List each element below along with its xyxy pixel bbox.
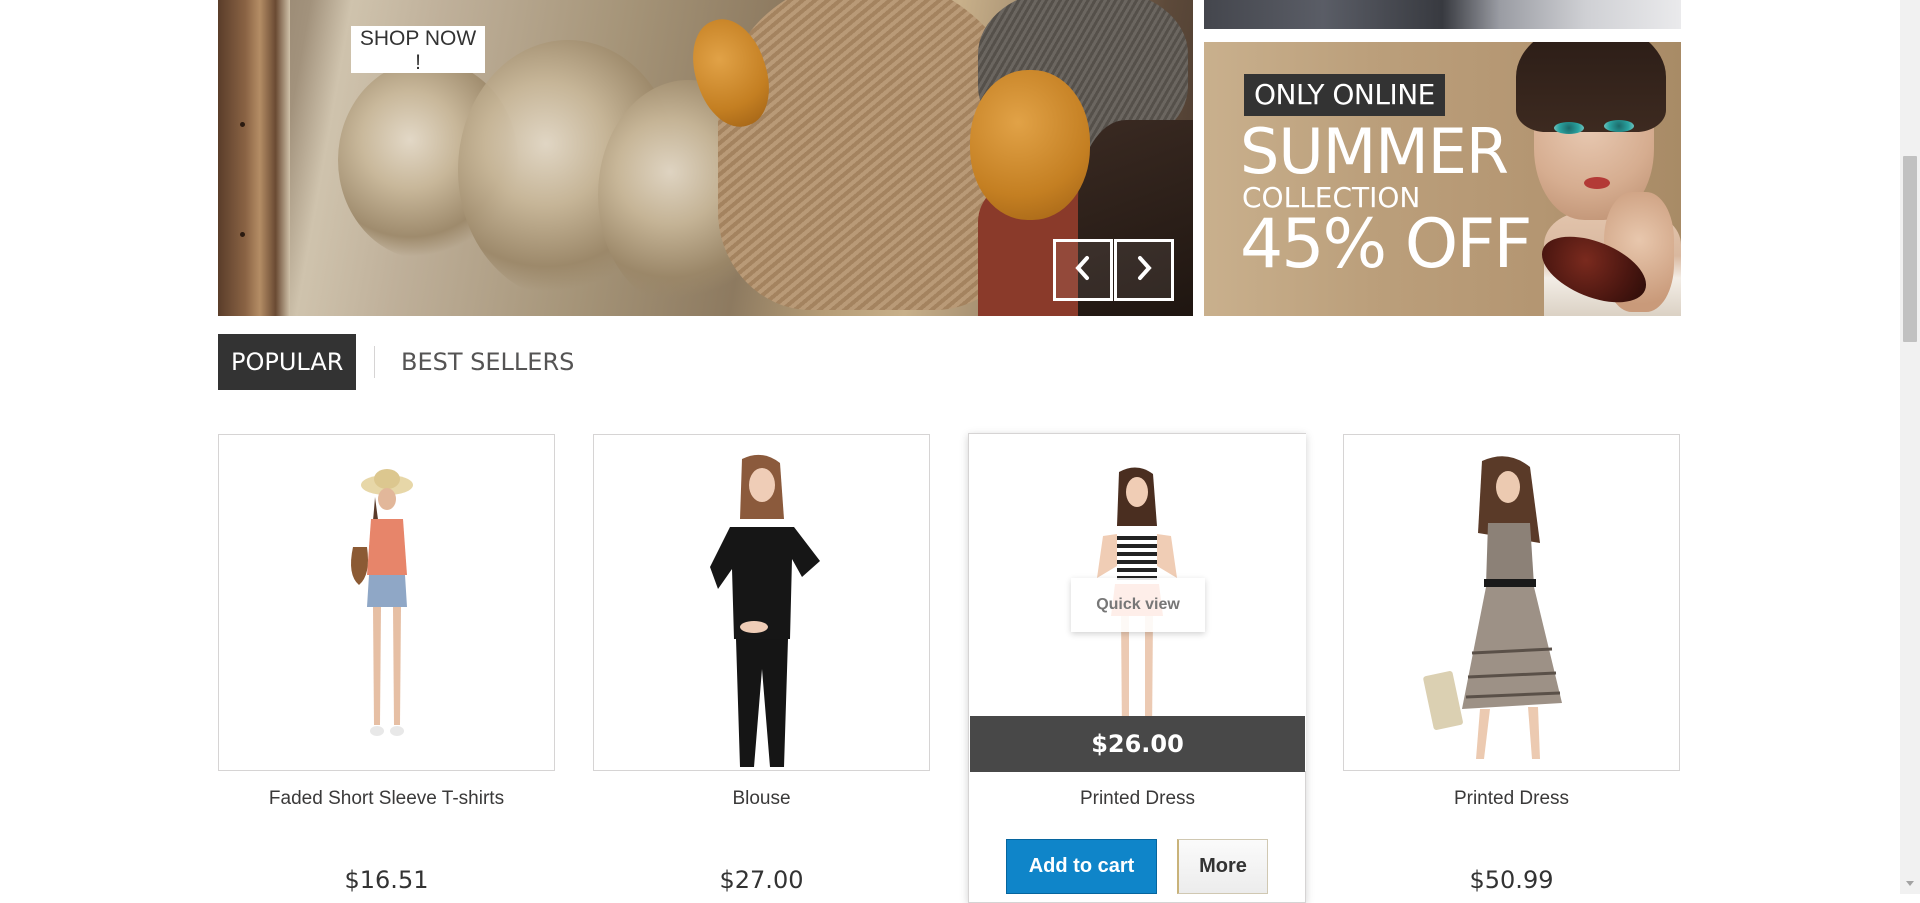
model-figure [1423, 456, 1562, 759]
product-price: $50.99 [1469, 866, 1554, 894]
banner-headline: SUMMER [1240, 115, 1509, 188]
chevron-right-icon [1133, 255, 1155, 286]
banner-discount: 45% OFF [1240, 205, 1533, 284]
slider-prev-button[interactable] [1053, 239, 1113, 301]
homepage-slider: SHOP NOW ! [218, 0, 1193, 316]
product-name[interactable]: Blouse [593, 788, 930, 810]
banner-tag: ONLY ONLINE [1244, 74, 1445, 116]
product-image-faded-tshirt[interactable] [218, 434, 555, 771]
scroll-down-arrow-icon[interactable] [1904, 878, 1916, 890]
product-image-printed-dress[interactable] [1343, 434, 1680, 771]
banner-model-lips [1584, 177, 1610, 189]
slide-image-coat [218, 0, 290, 316]
tab-best-sellers[interactable]: BEST SELLERS [388, 334, 587, 390]
product-price: $27.00 [719, 866, 804, 894]
coat-button-decoration [240, 122, 245, 127]
quick-view-button[interactable]: Quick view [1071, 578, 1205, 632]
product-name[interactable]: Printed Dress [969, 788, 1306, 810]
banner-model-hair [1516, 42, 1666, 132]
scrollbar-thumb[interactable] [1903, 156, 1917, 342]
banner-model-eye [1604, 120, 1634, 132]
add-to-cart-button[interactable]: Add to cart [1006, 839, 1157, 894]
hover-price-bar: $26.00 [970, 716, 1305, 772]
model-figure [351, 469, 413, 736]
slider-next-button[interactable] [1114, 239, 1174, 301]
top-right-banner[interactable] [1204, 0, 1681, 29]
product-image-blouse[interactable] [593, 434, 930, 771]
shop-now-button[interactable]: SHOP NOW ! [351, 26, 485, 74]
summer-collection-banner[interactable]: ONLY ONLINE SUMMER COLLECTION 45% OFF [1204, 42, 1681, 316]
coat-button-decoration [240, 232, 245, 237]
page-scrollbar[interactable] [1900, 0, 1920, 894]
product-name[interactable]: Faded Short Sleeve T-shirts [218, 788, 555, 810]
tab-popular[interactable]: POPULAR [218, 334, 357, 390]
model-figure [710, 454, 820, 767]
banner-model-eye [1554, 122, 1584, 134]
product-name[interactable]: Printed Dress [1343, 788, 1680, 810]
more-button[interactable]: More [1177, 839, 1268, 894]
slide-mitten-right [970, 70, 1090, 220]
product-price: $16.51 [344, 866, 429, 894]
tab-divider [374, 346, 375, 378]
chevron-left-icon [1072, 255, 1094, 286]
